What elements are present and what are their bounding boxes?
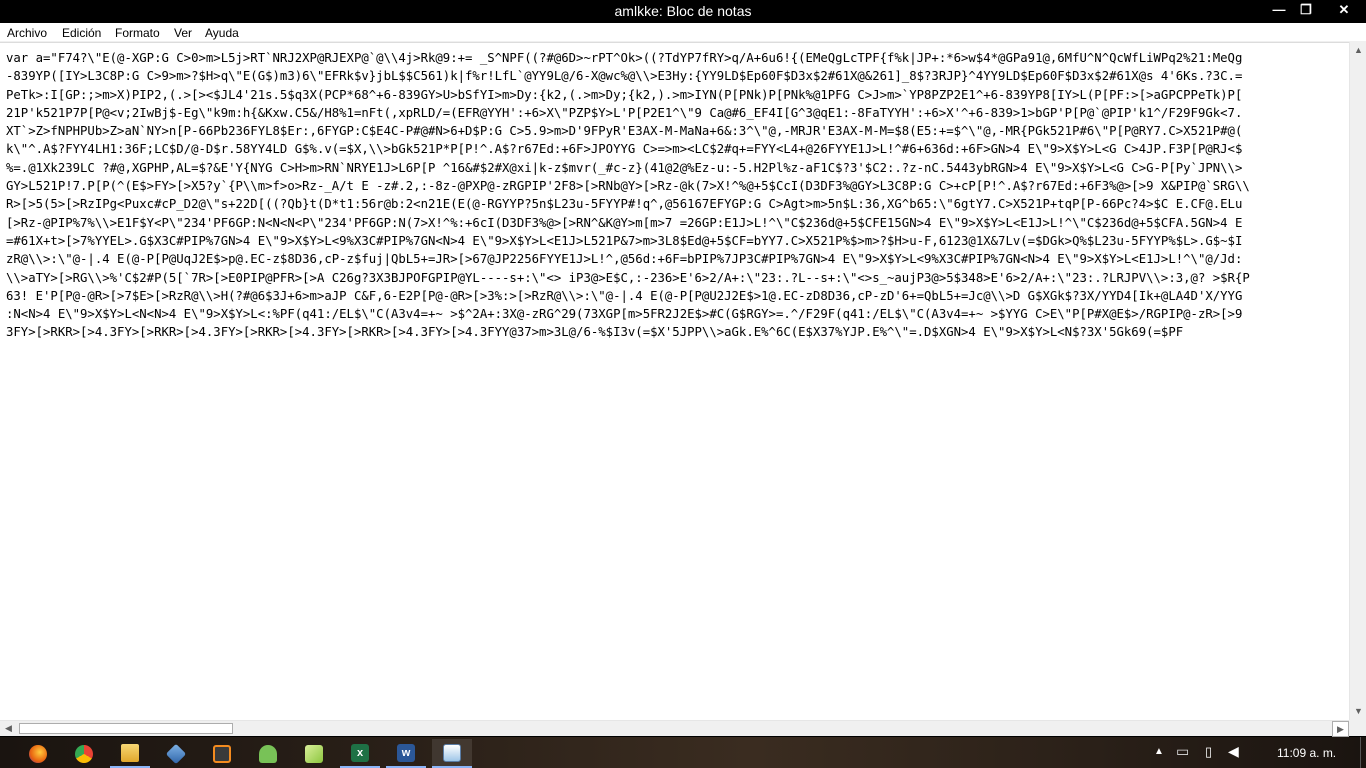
menu-archivo[interactable]: Archivo xyxy=(7,26,47,40)
editor-line[interactable]: GY>L521P!7.P[P(^(E$>FY>[>X5?y`{P\\m>f>o>… xyxy=(6,177,1346,195)
network-icon[interactable]: ▭ xyxy=(1176,743,1189,768)
title-bar[interactable]: amlkke: Bloc de notas — ❐ ✕ xyxy=(0,0,1366,23)
android-studio-icon xyxy=(259,744,277,763)
taskbar-android-studio[interactable] xyxy=(248,739,288,768)
show-desktop-button[interactable] xyxy=(1360,737,1366,768)
taskbar-excel[interactable]: x xyxy=(340,739,380,768)
menu-ver[interactable]: Ver xyxy=(174,26,192,40)
taskbar-firefox[interactable] xyxy=(18,739,58,768)
virtualbox-icon xyxy=(165,743,187,764)
editor-content[interactable]: var a="F74?\"E(@-XGP:G C>0>m>L5j>RT`NRJ2… xyxy=(6,49,1346,342)
firefox-icon xyxy=(29,744,47,763)
menu-edicion[interactable]: Edición xyxy=(62,26,101,40)
close-button[interactable]: ✕ xyxy=(1325,0,1363,21)
editor-line[interactable]: -839YP([IY>L3C8P:G C>9>m>?$H>q\"E(G$)m3)… xyxy=(6,67,1346,85)
menu-bar: Archivo Edición Formato Ver Ayuda xyxy=(0,23,1366,42)
sublime-text-icon xyxy=(213,744,231,763)
text-editor[interactable]: var a="F74?\"E(@-XGP:G C>0>m>L5j>RT`NRJ2… xyxy=(0,42,1349,720)
vertical-scrollbar[interactable]: ▲ ▼ xyxy=(1349,42,1366,720)
editor-line[interactable]: PeTk>:I[GP:;>m>X)PIP2,(.>[><$JL4'21s.5$q… xyxy=(6,86,1346,104)
notepad-plus-icon xyxy=(305,744,323,763)
taskbar: x w ▲ ▭ ▯ ◀ 11:09 a. m. xyxy=(0,737,1366,768)
taskbar-notepad[interactable] xyxy=(432,739,472,768)
word-icon: w xyxy=(397,743,415,762)
scroll-right-icon[interactable]: ▶ xyxy=(1332,721,1349,737)
battery-icon[interactable]: ▯ xyxy=(1205,744,1212,768)
minimize-button[interactable]: — xyxy=(1265,0,1293,21)
notepad-icon xyxy=(443,743,461,762)
horizontal-scroll-thumb[interactable] xyxy=(19,723,233,734)
editor-line[interactable]: [>Rz-@PIP%7%\\>E1F$Y<P\"234'PF6GP:N<N<N<… xyxy=(6,214,1346,232)
editor-line[interactable]: 21P'k521P7P[P@<v;2IwBj$-Eg\"k9m:h{&Kxw.C… xyxy=(6,104,1346,122)
editor-line[interactable]: \\>aTY>[>RG\\>%'C$2#P(5[`7R>[>E0PIP@PFR>… xyxy=(6,269,1346,287)
file-explorer-icon xyxy=(121,743,139,762)
editor-line[interactable]: %=.@1Xk239LC ?#@,XGPHP,AL=$?&E'Y{NYG C>H… xyxy=(6,159,1346,177)
editor-line[interactable]: k\"^.A$?FYY4LH1:36F;LC$D/@-D$r.58YY4LD G… xyxy=(6,140,1346,158)
editor-line[interactable]: :N<N>4 E\"9>X$Y>L<N<N>4 E\"9>X$Y>L<:%PF(… xyxy=(6,305,1346,323)
editor-line[interactable]: zR@\\>:\"@-|.4 E(@-P[P@UqJ2E$>p@.EC-z$8D… xyxy=(6,250,1346,268)
window-title: amlkke: Bloc de notas xyxy=(614,3,752,19)
scroll-left-icon[interactable]: ◀ xyxy=(0,721,17,737)
chrome-icon xyxy=(75,744,93,763)
editor-line[interactable]: var a="F74?\"E(@-XGP:G C>0>m>L5j>RT`NRJ2… xyxy=(6,49,1346,67)
scroll-up-icon[interactable]: ▲ xyxy=(1350,42,1366,59)
editor-line[interactable]: =#61X+t>[>7%YYEL>.G$X3C#PIP%7GN>4 E\"9>X… xyxy=(6,232,1346,250)
taskbar-chrome[interactable] xyxy=(64,739,104,768)
scrollbar-corner xyxy=(1349,720,1366,736)
excel-icon: x xyxy=(351,743,369,762)
taskbar-notepad-plus[interactable] xyxy=(294,739,334,768)
menu-ayuda[interactable]: Ayuda xyxy=(205,26,239,40)
menu-formato[interactable]: Formato xyxy=(115,26,160,40)
scroll-down-icon[interactable]: ▼ xyxy=(1350,703,1366,720)
taskbar-file-explorer[interactable] xyxy=(110,739,150,768)
taskbar-virtualbox[interactable] xyxy=(156,739,196,768)
volume-icon[interactable]: ◀ xyxy=(1228,743,1239,768)
editor-line[interactable]: 63! E'P[P@-@R>[>7$E>[>RzR@\\>H(?#@6$3J+6… xyxy=(6,287,1346,305)
editor-line[interactable]: XT`>Z>fNPHPUb>Z>aN`NY>n[P-66Pb236FYL8$Er… xyxy=(6,122,1346,140)
editor-line[interactable]: R>[>5(5>[>RzIPg<Puxc#cP_D2@\"s+22D[((?Qb… xyxy=(6,195,1346,213)
show-hidden-icons-icon[interactable]: ▲ xyxy=(1154,746,1164,768)
maximize-button[interactable]: ❐ xyxy=(1292,0,1320,21)
clock[interactable]: 11:09 a. m. xyxy=(1277,746,1336,760)
taskbar-sublime-text[interactable] xyxy=(202,739,242,768)
horizontal-scrollbar[interactable]: ◀ ▶ xyxy=(0,720,1349,737)
taskbar-word[interactable]: w xyxy=(386,739,426,768)
editor-line[interactable]: 3FY>[>RKR>[>4.3FY>[>RKR>[>4.3FY>[>RKR>[>… xyxy=(6,323,1346,341)
